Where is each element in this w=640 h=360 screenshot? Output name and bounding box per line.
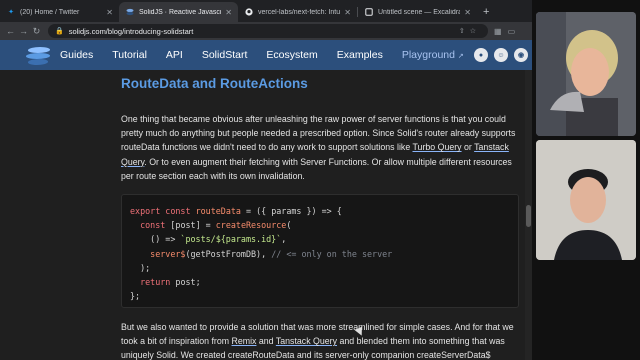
lock-icon[interactable]: 🔒 (55, 27, 64, 35)
link-turbo-query[interactable]: Turbo Query (413, 142, 462, 152)
social-links: ● ☺ ◉ (468, 48, 528, 62)
github-icon (245, 8, 253, 16)
extensions-icon[interactable]: ▦ (494, 27, 508, 36)
tab-solidjs[interactable]: SolidJS · Reactive Javascript L ✕ (119, 2, 238, 22)
sidebar-icon[interactable]: ▭ (508, 27, 522, 36)
code-line: const [post] = createResource( (140, 220, 292, 231)
code-line: return post; (140, 277, 201, 288)
external-link-icon: ↗ (457, 53, 464, 60)
omnibox-actions[interactable]: ⇧☆ (459, 27, 481, 35)
code-line: server$(getPostFromDB), // <= only on th… (150, 248, 393, 259)
twitter-icon: ✦ (8, 9, 14, 16)
tab-excalidraw[interactable]: Untitled scene — Excalidraw P ✕ (358, 2, 477, 22)
nav-tutorial[interactable]: Tutorial (112, 49, 147, 61)
toolbar-actions[interactable]: ▦▭ (494, 27, 521, 36)
close-icon[interactable]: ✕ (225, 8, 232, 17)
excalidraw-icon (365, 8, 373, 16)
nav-examples[interactable]: Examples (337, 49, 383, 61)
close-icon[interactable]: ✕ (464, 8, 471, 17)
nav-solidstart[interactable]: SolidStart (202, 49, 248, 61)
nav-playground[interactable]: Playground ↗ (402, 49, 464, 61)
solid-logo-icon[interactable] (24, 44, 52, 66)
tab-twitter[interactable]: ✦ (20) Home / Twitter ✕ (0, 2, 119, 22)
code-line: }; (130, 291, 141, 302)
nav-guides[interactable]: Guides (60, 49, 93, 61)
address-bar[interactable]: 🔒 solidjs.com/blog/introducing-solidstar… (48, 24, 488, 38)
main-nav: Guides Tutorial API SolidStart Ecosystem… (60, 49, 483, 61)
tab-title: SolidJS · Reactive Javascript L (139, 8, 222, 16)
scrollbar-thumb[interactable] (526, 205, 531, 227)
paragraph-route-data: One thing that became obvious after unle… (121, 114, 516, 181)
nav-ecosystem[interactable]: Ecosystem (266, 49, 317, 61)
code-line: ); (130, 262, 151, 273)
forward-arrow-icon[interactable]: → (17, 26, 30, 36)
solid-icon (126, 8, 134, 16)
page-scrollbar[interactable] (525, 70, 532, 360)
paragraph-create-route-data: But we also wanted to provide a solution… (121, 322, 514, 360)
close-icon[interactable]: ✕ (344, 8, 351, 17)
tab-title: (20) Home / Twitter (20, 8, 80, 16)
code-line: () => `posts/${params.id}`, (130, 234, 287, 245)
share-icon[interactable]: ⇧ (459, 28, 470, 35)
section-heading: RouteData and RouteActions (121, 76, 308, 91)
star-icon[interactable]: ☆ (470, 28, 481, 35)
tab-github[interactable]: vercel-labs/next-fetch: Intuitiv ✕ (238, 2, 357, 22)
code-line: export const routeData = ({ params }) =>… (130, 206, 342, 216)
new-tab-button[interactable]: + (477, 2, 495, 22)
discord-icon[interactable]: ◉ (514, 48, 528, 62)
link-remix[interactable]: Remix (232, 336, 257, 346)
address-url[interactable]: solidjs.com/blog/introducing-solidstart (69, 27, 459, 36)
close-icon[interactable]: ✕ (106, 8, 113, 17)
webcam-feed-1 (536, 12, 636, 136)
back-arrow-icon[interactable]: ← (4, 26, 17, 36)
reload-icon[interactable]: ↻ (30, 26, 43, 37)
site-header: Guides Tutorial API SolidStart Ecosystem… (0, 40, 532, 70)
tab-strip: ✦ (20) Home / Twitter ✕ SolidJS · Reacti… (0, 0, 532, 22)
link-tanstack-query-2[interactable]: Tanstack Query (276, 336, 337, 346)
webcam-feed-2 (536, 140, 636, 260)
nav-api[interactable]: API (166, 49, 183, 61)
tab-title: Untitled scene — Excalidraw P (378, 8, 461, 16)
browser-window: ✦ (20) Home / Twitter ✕ SolidJS · Reacti… (0, 0, 532, 360)
github-icon[interactable]: ● (474, 48, 488, 62)
tab-title: vercel-labs/next-fetch: Intuitiv (258, 8, 341, 16)
browser-toolbar: ← → ↻ 🔒 solidjs.com/blog/introducing-sol… (0, 22, 532, 40)
code-block[interactable]: export const routeData = ({ params }) =>… (121, 194, 519, 308)
article-content: RouteData and RouteActions One thing tha… (0, 70, 532, 360)
reddit-icon[interactable]: ☺ (494, 48, 508, 62)
nav-playground-label: Playground (401, 49, 455, 61)
